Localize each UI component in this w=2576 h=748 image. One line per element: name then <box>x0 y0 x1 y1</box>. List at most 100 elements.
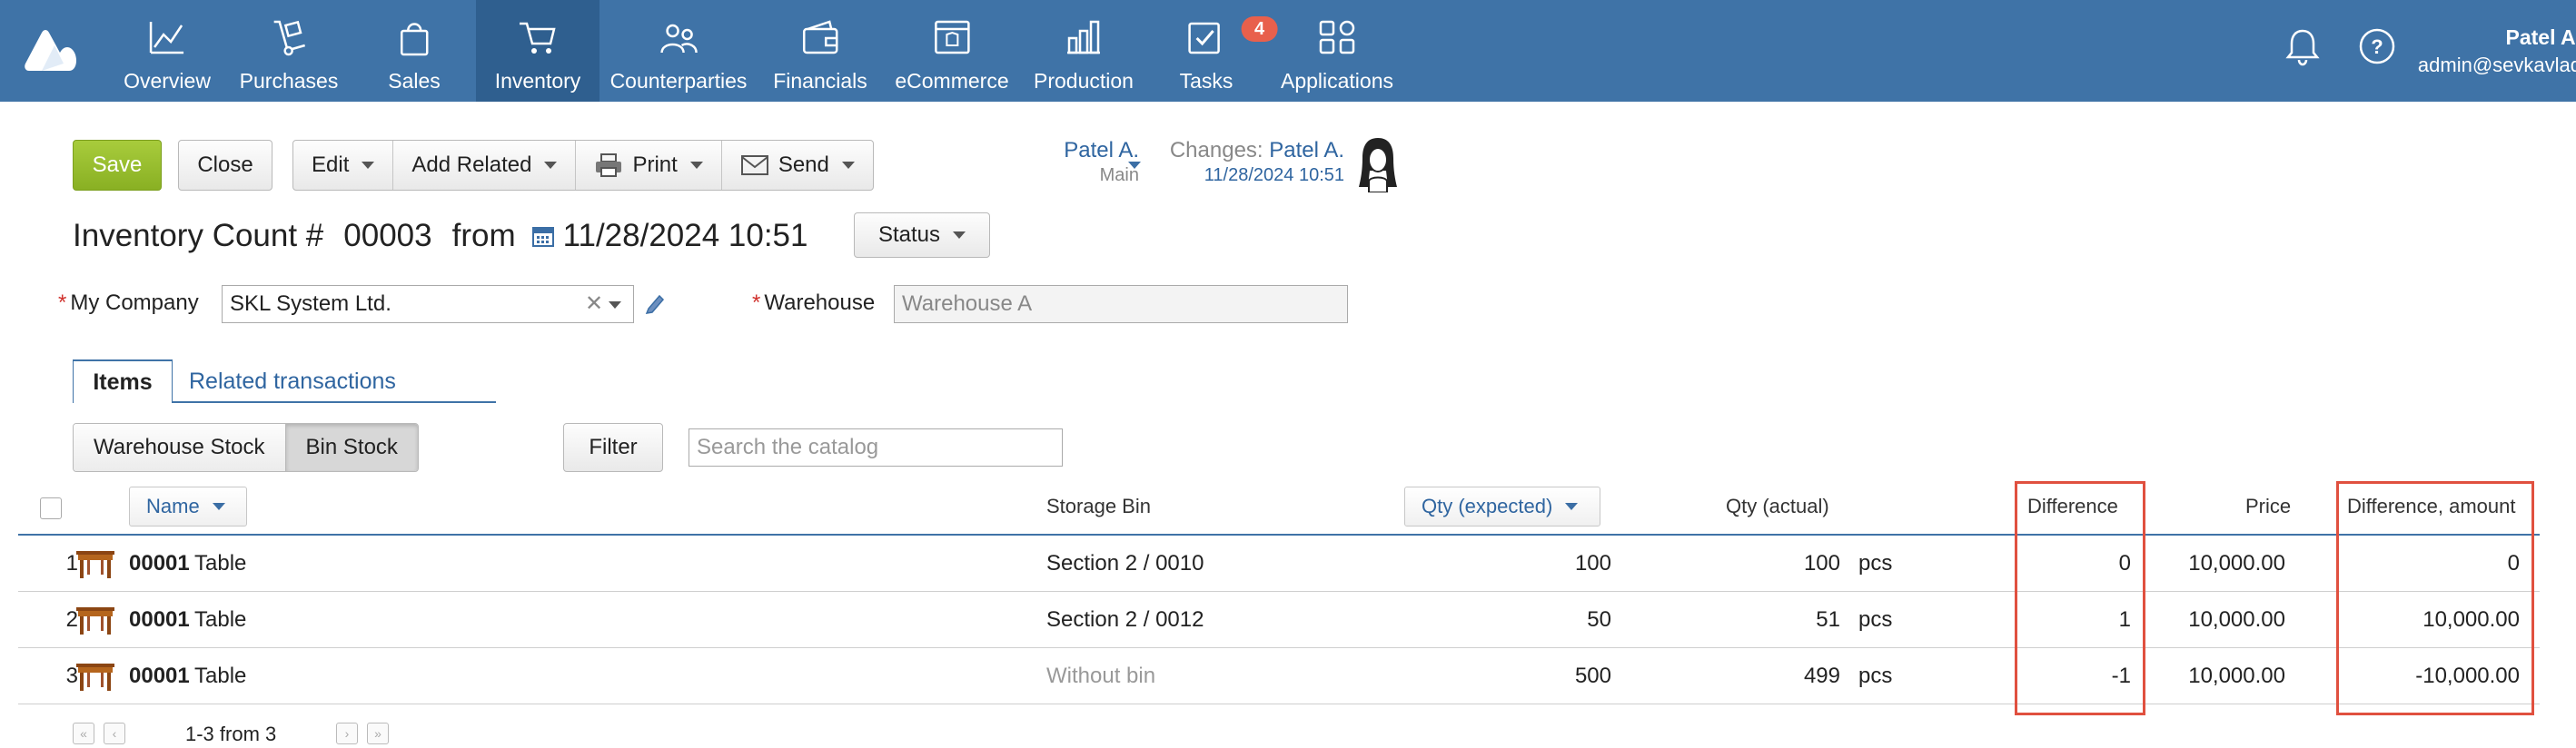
status-dropdown[interactable]: Status <box>854 212 990 258</box>
document-title: Inventory Count # 00003 from 11/28/2024 … <box>73 212 808 260</box>
nav-label: eCommerce <box>895 69 1009 93</box>
apps-grid-icon <box>1319 20 1355 54</box>
bell-icon[interactable] <box>2282 25 2323 67</box>
chevron-down-icon <box>544 162 558 169</box>
checkbox-icon <box>1188 22 1221 54</box>
nav-label: Sales <box>388 69 441 93</box>
user-email: admin@sevkavlad <box>2417 54 2576 76</box>
warehouse-stock-toggle[interactable]: Warehouse Stock <box>74 424 285 471</box>
send-label: Send <box>778 153 829 177</box>
chevron-down-icon[interactable] <box>1128 162 1141 169</box>
chevron-down-icon <box>362 162 375 169</box>
previous-page-icon[interactable]: ‹ <box>104 723 125 744</box>
filter-button[interactable]: Filter <box>563 423 663 472</box>
table-furniture-icon <box>76 607 114 635</box>
status-label: Status <box>877 222 941 247</box>
cloud-logo-icon[interactable] <box>24 24 80 78</box>
people-icon <box>660 24 698 54</box>
item-name: Table <box>194 664 247 688</box>
add-related-label: Add Related <box>411 153 532 177</box>
nav-label: Applications <box>1280 69 1394 93</box>
nav-item-sales[interactable]: Sales <box>388 0 441 102</box>
company-field[interactable]: SKL System Ltd. <box>222 285 634 323</box>
price-cell: 10,000.00 <box>2188 607 2285 632</box>
close-button[interactable]: Close <box>178 140 272 191</box>
envelope-icon <box>740 155 768 175</box>
user-menu[interactable]: Patel A. admin@sevkavlad <box>2418 25 2576 77</box>
qty-expected-cell: 50 <box>1587 607 1611 632</box>
document-datetime[interactable]: 11/28/2024 10:51 <box>563 218 808 254</box>
difference-column-highlight <box>2015 481 2145 715</box>
qty-actual-cell[interactable]: 51 <box>1708 592 1840 648</box>
next-page-icon[interactable]: › <box>336 723 358 744</box>
nav-item-financials[interactable]: Financials <box>773 0 867 102</box>
svg-text:?: ? <box>2371 35 2383 58</box>
nav-item-purchases[interactable]: Purchases <box>240 0 338 102</box>
price-column-header: Price <box>2245 495 2292 517</box>
table-row[interactable]: 3 00001 Table Without bin 500 499 pcs -1 10,000.… <box>18 648 2540 704</box>
chevron-down-icon <box>1565 503 1579 510</box>
tab-related-transactions[interactable]: Related transactions <box>189 359 396 403</box>
cart-icon <box>520 22 556 54</box>
responsible-selector[interactable]: Patel A. Main <box>1039 138 1139 186</box>
user-name: Patel A. <box>2505 25 2576 49</box>
add-related-menu-button[interactable]: Add Related <box>393 141 577 190</box>
nav-item-ecommerce[interactable]: eCommerce <box>895 0 1009 102</box>
nav-item-counterparties[interactable]: Counterparties <box>610 0 747 102</box>
send-menu-button[interactable]: Send <box>722 141 873 190</box>
table-row[interactable]: 2 00001 Table Section 2 / 0012 50 51 pcs 1 10,00… <box>18 592 2540 648</box>
name-column-header[interactable]: Name <box>129 487 247 527</box>
catalog-search-input[interactable]: Search the catalog <box>689 428 1063 467</box>
item-name: Table <box>194 607 247 632</box>
last-page-icon[interactable]: » <box>367 723 389 744</box>
company-label: * My Company <box>58 290 199 315</box>
row-number: 3 <box>65 664 78 688</box>
table-furniture-icon <box>76 664 114 691</box>
wallet-icon <box>802 20 838 54</box>
first-page-icon[interactable]: « <box>73 723 94 744</box>
responsible-name: Patel A. <box>1064 138 1139 162</box>
calendar-icon[interactable] <box>531 224 554 248</box>
storage-bin-column-header: Storage Bin <box>1046 495 1151 517</box>
printer-icon <box>596 153 622 177</box>
qty-actual-cell[interactable]: 499 <box>1708 648 1840 704</box>
print-menu-button[interactable]: Print <box>576 141 722 190</box>
nav-item-production[interactable]: Production <box>1034 0 1134 102</box>
chevron-down-icon <box>953 231 966 239</box>
nav-item-tasks[interactable]: Tasks 4 <box>1180 0 1278 102</box>
help-icon[interactable]: ? <box>2356 25 2398 67</box>
edit-menu-button[interactable]: Edit <box>293 141 394 190</box>
top-navigation-bar: Overview Purchases Sales Inventory Counterpa… <box>0 0 2576 102</box>
chevron-down-icon[interactable] <box>609 301 621 309</box>
nav-label: Production <box>1034 69 1134 93</box>
save-button[interactable]: Save <box>73 140 162 191</box>
price-cell: 10,000.00 <box>2188 664 2285 688</box>
changes-author[interactable]: Patel A. <box>1269 138 1344 162</box>
select-all-checkbox[interactable] <box>40 497 62 519</box>
notification-badge: 4 <box>1241 16 1278 42</box>
document-number[interactable]: 00003 <box>343 218 431 254</box>
chart-line-icon <box>149 22 183 54</box>
item-code: 00001 <box>129 607 190 632</box>
nav-item-inventory[interactable]: Inventory <box>476 0 599 102</box>
tab-items[interactable]: Items <box>73 359 173 403</box>
chevron-down-icon <box>212 503 225 510</box>
warehouse-field[interactable]: Warehouse A <box>894 285 1348 323</box>
responsible-department: Main <box>1099 165 1139 185</box>
storage-bin-cell: Section 2 / 0012 <box>1046 607 1204 632</box>
nav-label: Financials <box>773 69 867 93</box>
bin-stock-toggle[interactable]: Bin Stock <box>284 424 418 471</box>
nav-item-applications[interactable]: Applications <box>1281 0 1393 102</box>
item-code: 00001 <box>129 551 190 576</box>
qty-actual-cell[interactable]: 100 <box>1708 536 1840 592</box>
row-number: 1 <box>65 551 78 576</box>
table-row[interactable]: 1 00001 Table Section 2 / 0010 100 100 pcs 0 10,… <box>18 536 2540 592</box>
qty-expected-cell: 500 <box>1574 664 1611 688</box>
nav-item-overview[interactable]: Overview <box>124 0 211 102</box>
item-code: 00001 <box>129 664 190 688</box>
clear-icon[interactable]: ✕ <box>585 290 603 317</box>
user-avatar-icon[interactable] <box>1357 134 1399 192</box>
changes-info: Changes: Patel A. 11/28/2024 10:51 <box>1166 138 1344 186</box>
pencil-icon[interactable] <box>645 292 665 314</box>
qty-expected-column-header[interactable]: Qty (expected) <box>1404 487 1600 527</box>
